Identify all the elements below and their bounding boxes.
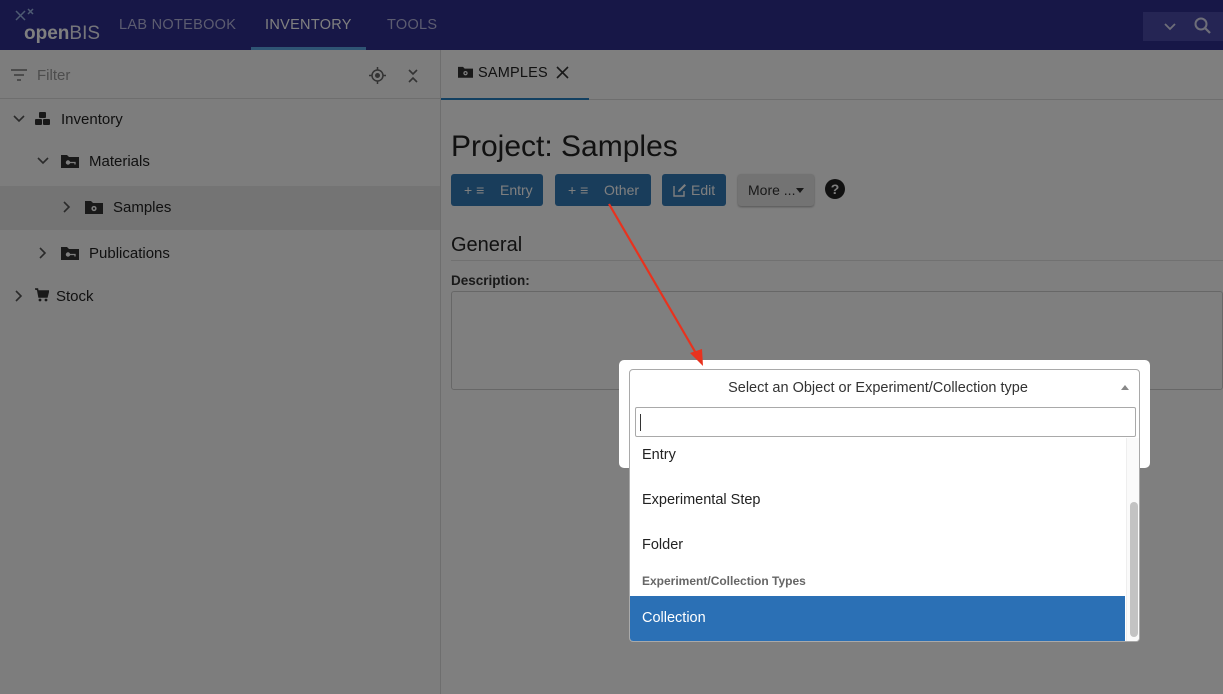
option-label: Collection	[642, 610, 706, 626]
scrollbar-thumb[interactable]	[1130, 502, 1138, 637]
caret-up-icon	[1121, 385, 1129, 390]
dropdown-option-collection[interactable]: Collection	[630, 596, 1125, 641]
select-placeholder: Select an Object or Experiment/Collectio…	[728, 380, 1028, 396]
dropdown-option-entry[interactable]: Entry	[630, 433, 1125, 478]
type-dropdown-list: Entry Experimental Step Folder Experimen…	[629, 403, 1140, 642]
option-label: Experimental Step	[642, 492, 761, 508]
type-select[interactable]: Select an Object or Experiment/Collectio…	[629, 369, 1140, 404]
dropdown-option-folder[interactable]: Folder	[630, 523, 1125, 568]
option-label: Entry	[642, 447, 676, 463]
text-cursor	[640, 414, 641, 431]
dropdown-group-header: Experiment/Collection Types	[642, 574, 806, 588]
option-label: Folder	[642, 537, 684, 553]
dropdown-scrollbar[interactable]	[1126, 438, 1139, 641]
dropdown-option-experimental-step[interactable]: Experimental Step	[630, 478, 1125, 523]
